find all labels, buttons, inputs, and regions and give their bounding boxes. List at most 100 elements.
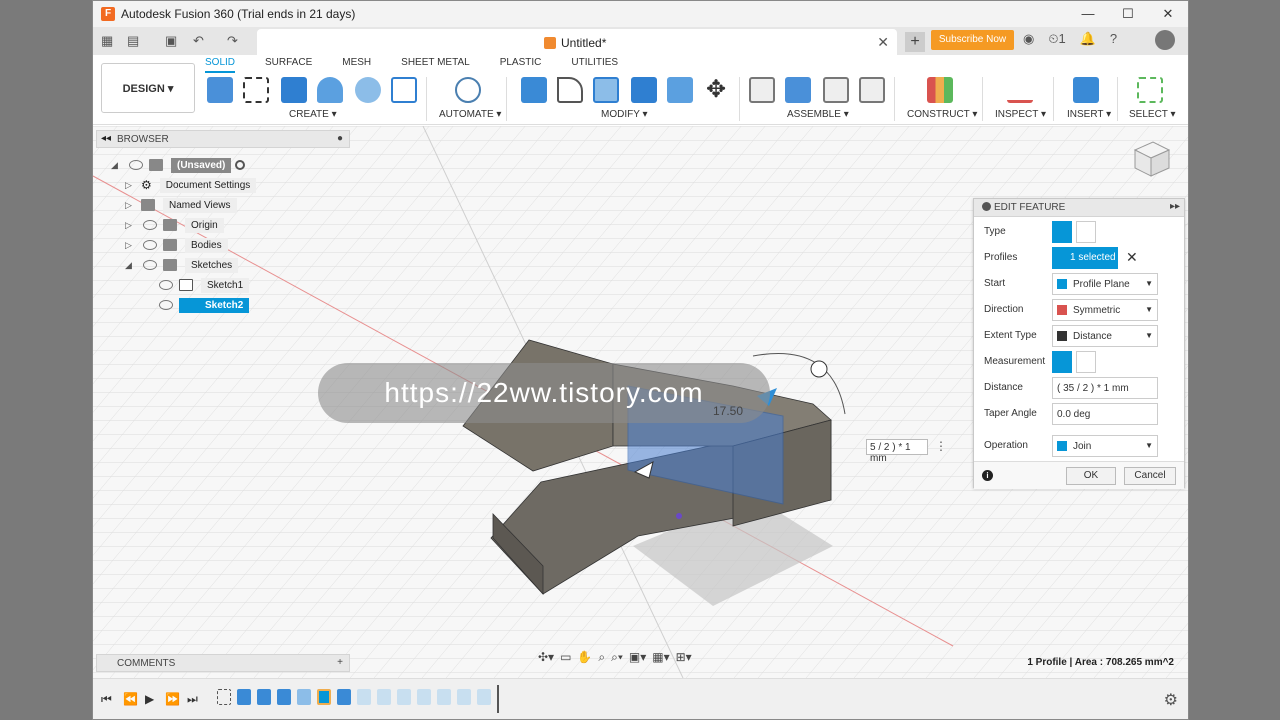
- modify-menu[interactable]: MODIFY ▾: [601, 109, 648, 120]
- assemble-menu[interactable]: ASSEMBLE ▾: [787, 109, 849, 120]
- expand-icon[interactable]: ▷: [125, 240, 135, 251]
- browser-collapse-icon[interactable]: ◂◂: [101, 133, 111, 144]
- tab-plastic[interactable]: PLASTIC: [500, 57, 542, 73]
- hole-icon[interactable]: [355, 77, 381, 103]
- status-icon[interactable]: ◉: [1023, 31, 1034, 47]
- display-settings-icon[interactable]: ▣▾: [629, 650, 646, 665]
- step-back-icon[interactable]: ⏪: [123, 692, 138, 706]
- more-options-icon[interactable]: ⋮: [935, 439, 947, 453]
- minimize-button[interactable]: —: [1068, 1, 1108, 27]
- workspace-switcher[interactable]: DESIGN ▾: [101, 63, 195, 113]
- help-icon[interactable]: ?: [1110, 31, 1117, 47]
- tree-item-sketch1[interactable]: Sketch1: [151, 276, 250, 294]
- rigid-group-icon[interactable]: [859, 77, 885, 103]
- taper-angle-input[interactable]: 0.0 deg: [1052, 403, 1158, 425]
- timeline-suppressed-icon[interactable]: [477, 689, 491, 705]
- avatar[interactable]: [1155, 30, 1175, 50]
- press-pull-icon[interactable]: [521, 77, 547, 103]
- collapse-icon[interactable]: ◢: [125, 260, 135, 271]
- go-to-start-icon[interactable]: ⏮: [101, 692, 112, 707]
- subscribe-button[interactable]: Subscribe Now: [931, 30, 1014, 50]
- create-sketch-icon[interactable]: [243, 77, 269, 103]
- tree-item-named-views[interactable]: ▷ Named Views: [125, 196, 237, 214]
- combine-icon[interactable]: [631, 77, 657, 103]
- timeline-settings-gear-icon[interactable]: ⚙: [1164, 690, 1178, 710]
- timeline-marker[interactable]: [497, 685, 499, 713]
- tree-item-document-settings[interactable]: ▷ ⚙ Document Settings: [125, 176, 257, 194]
- visibility-eye-icon[interactable]: [159, 300, 173, 310]
- automate-icon[interactable]: [455, 77, 481, 103]
- pan-icon[interactable]: ✋: [577, 650, 592, 665]
- tree-item-origin[interactable]: ▷ Origin: [125, 216, 224, 234]
- dialog-header[interactable]: EDIT FEATURE ▸▸: [974, 199, 1184, 217]
- tab-mesh[interactable]: MESH: [342, 57, 371, 73]
- new-component-icon[interactable]: [207, 77, 233, 103]
- taper-handle-icon[interactable]: [810, 360, 828, 378]
- document-tab[interactable]: Untitled* ✕: [257, 29, 897, 55]
- expand-icon[interactable]: ▷: [125, 220, 135, 231]
- timeline-extrude-icon[interactable]: [337, 689, 351, 705]
- save-icon[interactable]: ▣: [165, 33, 177, 49]
- distance-input-overlay[interactable]: 5 / 2 ) * 1 mm: [866, 439, 928, 464]
- type-thin-button[interactable]: [1076, 221, 1096, 243]
- visibility-eye-icon[interactable]: [129, 160, 143, 170]
- tab-solid[interactable]: SOLID: [205, 57, 236, 73]
- move-copy-icon[interactable]: ✥: [703, 77, 729, 103]
- ok-button[interactable]: OK: [1066, 467, 1116, 485]
- as-built-joint-icon[interactable]: [823, 77, 849, 103]
- visibility-eye-icon[interactable]: [143, 220, 157, 230]
- clear-selection-icon[interactable]: ✕: [1126, 249, 1138, 266]
- new-component-assemble-icon[interactable]: [785, 77, 811, 103]
- measure-icon[interactable]: [1007, 77, 1033, 103]
- tree-item-bodies[interactable]: ▷ Bodies: [125, 236, 228, 254]
- close-document-button[interactable]: ✕: [877, 34, 889, 51]
- fit-icon[interactable]: ⌕▾: [611, 650, 623, 665]
- timeline-sketch-icon[interactable]: [217, 689, 231, 705]
- timeline-suppressed-icon[interactable]: [397, 689, 411, 705]
- select-menu[interactable]: SELECT ▾: [1129, 109, 1176, 120]
- zoom-icon[interactable]: ⌕: [598, 650, 605, 665]
- timeline-extrude-icon[interactable]: [277, 689, 291, 705]
- visibility-eye-icon[interactable]: [143, 260, 157, 270]
- type-solid-button[interactable]: [1052, 221, 1072, 243]
- profiles-select-button[interactable]: 1 selected: [1052, 247, 1118, 269]
- extrude-icon[interactable]: [281, 77, 307, 103]
- expand-icon[interactable]: ▷: [125, 200, 135, 211]
- timeline-extrude-icon[interactable]: [237, 689, 251, 705]
- tree-item-sketches[interactable]: ◢ Sketches: [125, 256, 239, 274]
- tab-utilities[interactable]: UTILITIES: [571, 57, 618, 73]
- timeline-suppressed-icon[interactable]: [357, 689, 371, 705]
- pattern-icon[interactable]: [391, 77, 417, 103]
- shell-icon[interactable]: [593, 77, 619, 103]
- tab-sheet-metal[interactable]: SHEET METAL: [401, 57, 470, 73]
- tree-item-sketch2[interactable]: Sketch2: [151, 296, 250, 314]
- viewports-icon[interactable]: ⊞▾: [676, 650, 692, 665]
- file-menu-icon[interactable]: ▤: [127, 33, 139, 49]
- info-icon[interactable]: i: [982, 470, 993, 481]
- comments-panel-header[interactable]: COMMENTS +: [96, 654, 350, 672]
- activate-radio-icon[interactable]: [235, 160, 246, 170]
- cancel-button[interactable]: Cancel: [1124, 467, 1176, 485]
- canvas-viewport[interactable]: ◂◂ BROWSER ● ◢ (Unsaved) ▷ ⚙ Document Se…: [93, 126, 1188, 678]
- play-icon[interactable]: ▶: [145, 692, 154, 706]
- visibility-eye-icon[interactable]: [143, 240, 157, 250]
- grid-settings-icon[interactable]: ▦▾: [652, 650, 669, 665]
- create-menu[interactable]: CREATE ▾: [289, 109, 337, 120]
- timeline-fillet-icon[interactable]: [297, 689, 311, 705]
- tree-item-root[interactable]: ◢ (Unsaved): [111, 156, 246, 174]
- browser-minimize-icon[interactable]: ●: [337, 133, 343, 144]
- collapse-icon[interactable]: ◢: [111, 160, 121, 171]
- expand-dialog-icon[interactable]: ▸▸: [1170, 201, 1180, 212]
- measurement-half-button[interactable]: [1076, 351, 1096, 373]
- extent-type-dropdown[interactable]: Distance ▼: [1052, 325, 1158, 347]
- operation-dropdown[interactable]: Join ▼: [1052, 435, 1158, 457]
- revolve-icon[interactable]: [317, 77, 343, 103]
- grid-icon[interactable]: ▦: [101, 33, 113, 49]
- orbit-icon[interactable]: ✣▾: [538, 650, 554, 665]
- construct-menu[interactable]: CONSTRUCT ▾: [907, 109, 977, 120]
- job-status-icon[interactable]: ⏲1: [1048, 31, 1065, 47]
- timeline-suppressed-icon[interactable]: [437, 689, 451, 705]
- offset-plane-icon[interactable]: [927, 77, 953, 103]
- collapse-dialog-icon[interactable]: [982, 202, 991, 211]
- browser-panel-header[interactable]: ◂◂ BROWSER ●: [96, 130, 350, 148]
